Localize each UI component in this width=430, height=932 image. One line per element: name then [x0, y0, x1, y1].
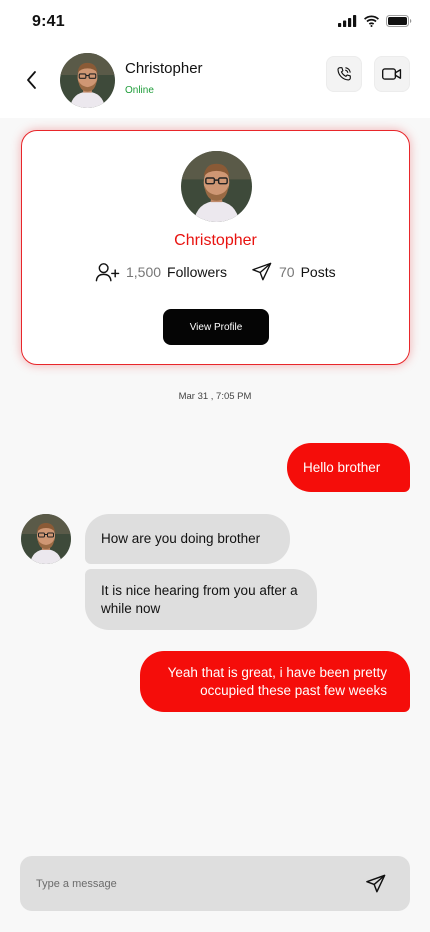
message-input[interactable]: [36, 856, 356, 911]
send-icon: [366, 874, 386, 893]
followers-count: 1,500: [126, 264, 162, 280]
sender-avatar[interactable]: [21, 514, 71, 564]
status-time: 9:41: [32, 13, 65, 30]
message-bubble-incoming[interactable]: How are you doing brother: [85, 514, 290, 564]
phone-icon: [337, 67, 351, 81]
avatar[interactable]: [60, 53, 115, 108]
signal-icon: [338, 15, 357, 27]
back-button[interactable]: [20, 66, 44, 94]
send-icon: [252, 262, 272, 281]
status-icons: [338, 15, 412, 27]
message-bubble-outgoing[interactable]: Hello brother: [287, 443, 410, 492]
posts-count: 70: [279, 264, 295, 280]
video-call-button[interactable]: [374, 56, 410, 92]
profile-avatar[interactable]: [181, 151, 252, 222]
avatar-image: [60, 53, 115, 108]
message-bubble-outgoing[interactable]: Yeah that is great, i have been pretty o…: [140, 651, 410, 712]
send-button[interactable]: [364, 872, 388, 896]
message-text: Hello brother: [303, 459, 381, 475]
status-bar: 9:41: [0, 0, 430, 46]
message-composer: [20, 856, 410, 911]
followers-label: Followers: [167, 264, 227, 280]
profile-stats: 1,500 Followers 70 Posts: [22, 262, 409, 286]
message-bubble-incoming[interactable]: It is nice hearing from you after a whil…: [85, 569, 317, 630]
online-status: Online: [125, 85, 154, 96]
posts-stat: 70 Posts: [251, 262, 336, 282]
chat-date-separator: Mar 31 , 7:05 PM: [178, 391, 252, 402]
message-text: It is nice hearing from you after a whil…: [101, 582, 298, 616]
message-text: Yeah that is great, i have been pretty o…: [167, 664, 387, 698]
profile-card: Christopher 1,500 Followers 70 Posts Vie…: [21, 130, 410, 365]
contact-name: Christopher: [125, 60, 203, 77]
chat-header: Christopher Online: [0, 46, 430, 118]
avatar-image: [181, 151, 252, 222]
view-profile-button[interactable]: View Profile: [163, 309, 269, 345]
back-arrow-icon: [27, 71, 36, 89]
profile-name: Christopher: [174, 232, 257, 249]
message-text: How are you doing brother: [101, 531, 261, 546]
voice-call-button[interactable]: [326, 56, 362, 92]
video-camera-icon: [382, 68, 402, 80]
wifi-icon: [364, 15, 379, 27]
posts-label: Posts: [300, 264, 336, 280]
add-user-icon: [95, 263, 120, 282]
followers-stat: 1,500 Followers: [95, 262, 227, 282]
avatar-image: [21, 514, 71, 564]
battery-icon: [386, 15, 412, 27]
